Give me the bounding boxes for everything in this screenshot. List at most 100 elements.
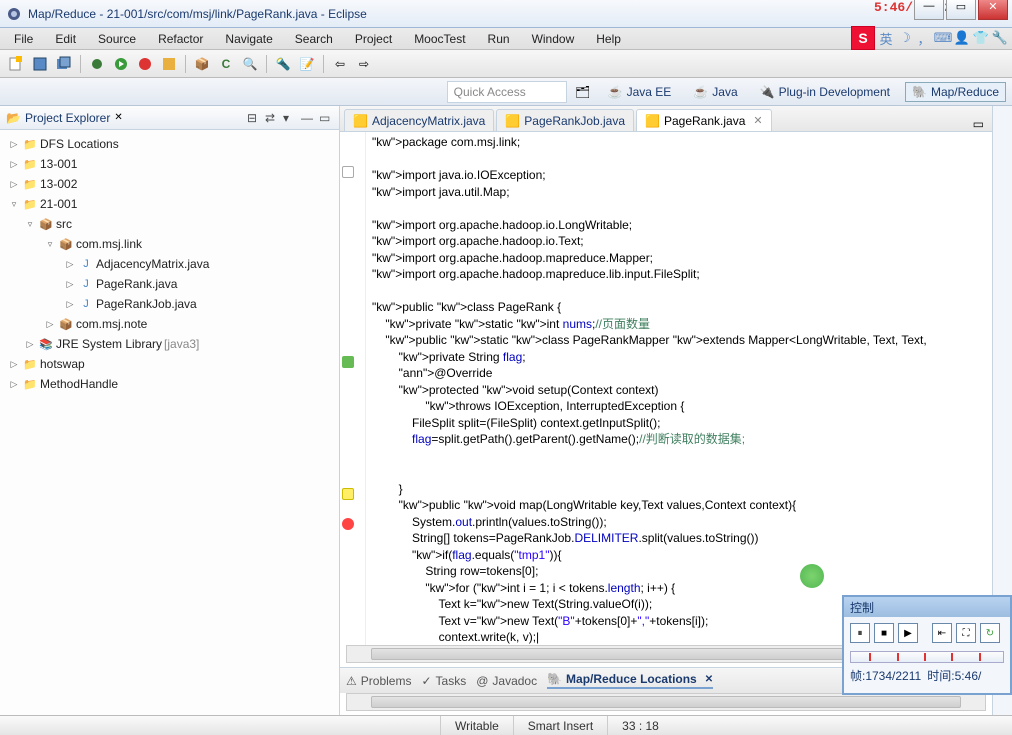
user-icon[interactable]: 👤 (954, 30, 970, 46)
tree-item[interactable]: ▷📁DFS Locations (2, 134, 337, 154)
menu-navigate[interactable]: Navigate (215, 30, 282, 48)
tree-item[interactable]: ▷📁13-001 (2, 154, 337, 174)
tree-item[interactable]: ▷📁13-002 (2, 174, 337, 194)
tree-item[interactable]: ▷📁hotswap (2, 354, 337, 374)
sogou-icon[interactable]: S (851, 26, 875, 50)
bottom-hscrollbar[interactable] (346, 693, 986, 711)
twisty-icon[interactable]: ▿ (8, 199, 20, 210)
tree-item[interactable]: ▿📦src (2, 214, 337, 234)
fullscreen-button[interactable]: ⛶ (956, 623, 976, 643)
moon-icon[interactable]: ☽ (897, 30, 913, 46)
menu-mooctest[interactable]: MoocTest (404, 30, 475, 48)
tab-pagerankjob[interactable]: 🟨PageRankJob.java (496, 109, 634, 131)
close-tab-icon[interactable]: ✕ (705, 674, 713, 685)
twisty-icon[interactable]: ▷ (24, 339, 36, 350)
tab-adjacency[interactable]: 🟨AdjacencyMatrix.java (344, 109, 494, 131)
tree-item[interactable]: ▿📦com.msj.link (2, 234, 337, 254)
perspective-java-ee[interactable]: ☕Java EE (601, 82, 679, 102)
perspective-plugin[interactable]: 🔌Plug-in Development (753, 82, 897, 102)
twisty-icon[interactable]: ▷ (8, 159, 20, 170)
maximize-button[interactable]: ▭ (946, 0, 976, 20)
tree-item[interactable]: ▷JAdjacencyMatrix.java (2, 254, 337, 274)
tree-item[interactable]: ▷JPageRankJob.java (2, 294, 337, 314)
keyboard-icon[interactable]: ⌨ (935, 30, 951, 46)
stop-button[interactable]: ■ (874, 623, 894, 643)
recorder-panel[interactable]: 控制 ⏸ ■ ▶ ⇤ ⛶ ↻ 帧:1734/2211 时间:5:46/ (842, 595, 1012, 695)
twisty-icon[interactable]: ▷ (64, 299, 76, 310)
twisty-icon[interactable]: ▷ (8, 139, 20, 150)
fold-collapse-icon[interactable] (342, 166, 354, 178)
editor-gutter[interactable] (340, 132, 366, 645)
twisty-icon[interactable]: ▷ (64, 259, 76, 270)
code-editor[interactable]: "kw">package com.msj.link; "kw">import j… (340, 132, 992, 645)
run-button[interactable] (111, 54, 131, 74)
maximize-view-icon[interactable]: ▭ (319, 111, 333, 125)
ime-lang[interactable]: 英 (878, 30, 894, 46)
recorder-title[interactable]: 控制 (844, 597, 1010, 617)
twisty-icon[interactable]: ▷ (64, 279, 76, 290)
twisty-icon[interactable]: ▷ (8, 179, 20, 190)
minimize-view-icon[interactable]: — (301, 111, 315, 125)
recorder-timeline[interactable] (850, 651, 1004, 663)
tab-mapreduce-locations[interactable]: 🐘Map/Reduce Locations✕ (547, 672, 713, 689)
skin-icon[interactable]: 👕 (973, 30, 989, 46)
menu-edit[interactable]: Edit (45, 30, 86, 48)
menu-help[interactable]: Help (586, 30, 631, 48)
coverage-button[interactable] (159, 54, 179, 74)
forward-button[interactable]: ⇨ (354, 54, 374, 74)
code-content[interactable]: "kw">package com.msj.link; "kw">import j… (366, 132, 992, 645)
tab-problems[interactable]: ⚠Problems (346, 674, 411, 688)
close-tab-icon[interactable]: ✕ (753, 114, 762, 127)
quick-access-input[interactable]: Quick Access (447, 81, 567, 103)
wrench-icon[interactable]: 🔧 (992, 30, 1008, 46)
twisty-icon[interactable]: ▿ (24, 219, 36, 230)
tree-item[interactable]: ▷JPageRank.java (2, 274, 337, 294)
annotation-button[interactable]: 📝 (297, 54, 317, 74)
collapse-all-icon[interactable]: ⊟ (247, 111, 261, 125)
link-editor-icon[interactable]: ⇄ (265, 111, 279, 125)
close-button[interactable]: ✕ (978, 0, 1008, 20)
open-type-button[interactable]: 🔍 (240, 54, 260, 74)
tree-item[interactable]: ▿📁21-001 (2, 194, 337, 214)
project-tree[interactable]: ▷📁DFS Locations▷📁13-001▷📁13-002▿📁21-001▿… (0, 130, 339, 715)
new-button[interactable] (6, 54, 26, 74)
menu-refactor[interactable]: Refactor (148, 30, 213, 48)
twisty-icon[interactable]: ▷ (8, 379, 20, 390)
maximize-editor-icon[interactable]: ▭ (973, 117, 984, 131)
tree-item[interactable]: ▷📚JRE System Library [java3] (2, 334, 337, 354)
refresh-button[interactable]: ↻ (980, 623, 1000, 643)
view-menu-icon[interactable]: ▾ (283, 111, 297, 125)
perspective-mapreduce[interactable]: 🐘Map/Reduce (905, 82, 1006, 102)
menu-window[interactable]: Window (522, 30, 585, 48)
menu-search[interactable]: Search (285, 30, 343, 48)
twisty-icon[interactable]: ▷ (44, 319, 56, 330)
punct-icon[interactable]: ， (916, 30, 932, 46)
perspective-java[interactable]: ☕Java (686, 82, 744, 102)
new-package-button[interactable]: 📦 (192, 54, 212, 74)
twisty-icon[interactable]: ▷ (8, 359, 20, 370)
menu-source[interactable]: Source (88, 30, 146, 48)
twisty-icon[interactable]: ▿ (44, 239, 56, 250)
tree-item[interactable]: ▷📦com.msj.note (2, 314, 337, 334)
save-all-button[interactable] (54, 54, 74, 74)
back-button[interactable]: ⇦ (330, 54, 350, 74)
minimize-button[interactable]: — (914, 0, 944, 20)
scrollbar-thumb[interactable] (371, 696, 961, 708)
debug-button[interactable] (87, 54, 107, 74)
close-view-icon[interactable]: ✕ (114, 112, 122, 123)
open-perspective-icon[interactable]: 🗂 (573, 82, 593, 102)
play-button[interactable]: ▶ (898, 623, 918, 643)
save-button[interactable] (30, 54, 50, 74)
tab-pagerank[interactable]: 🟨PageRank.java✕ (636, 109, 772, 131)
step-back-button[interactable]: ⇤ (932, 623, 952, 643)
search-button[interactable]: 🔦 (273, 54, 293, 74)
tab-tasks[interactable]: ✓Tasks (421, 674, 466, 688)
tab-javadoc[interactable]: @Javadoc (476, 674, 537, 688)
menu-project[interactable]: Project (345, 30, 402, 48)
menu-run[interactable]: Run (478, 30, 520, 48)
menu-file[interactable]: File (4, 30, 43, 48)
tree-item[interactable]: ▷📁MethodHandle (2, 374, 337, 394)
run-last-button[interactable] (135, 54, 155, 74)
pause-button[interactable]: ⏸ (850, 623, 870, 643)
new-class-button[interactable]: C (216, 54, 236, 74)
